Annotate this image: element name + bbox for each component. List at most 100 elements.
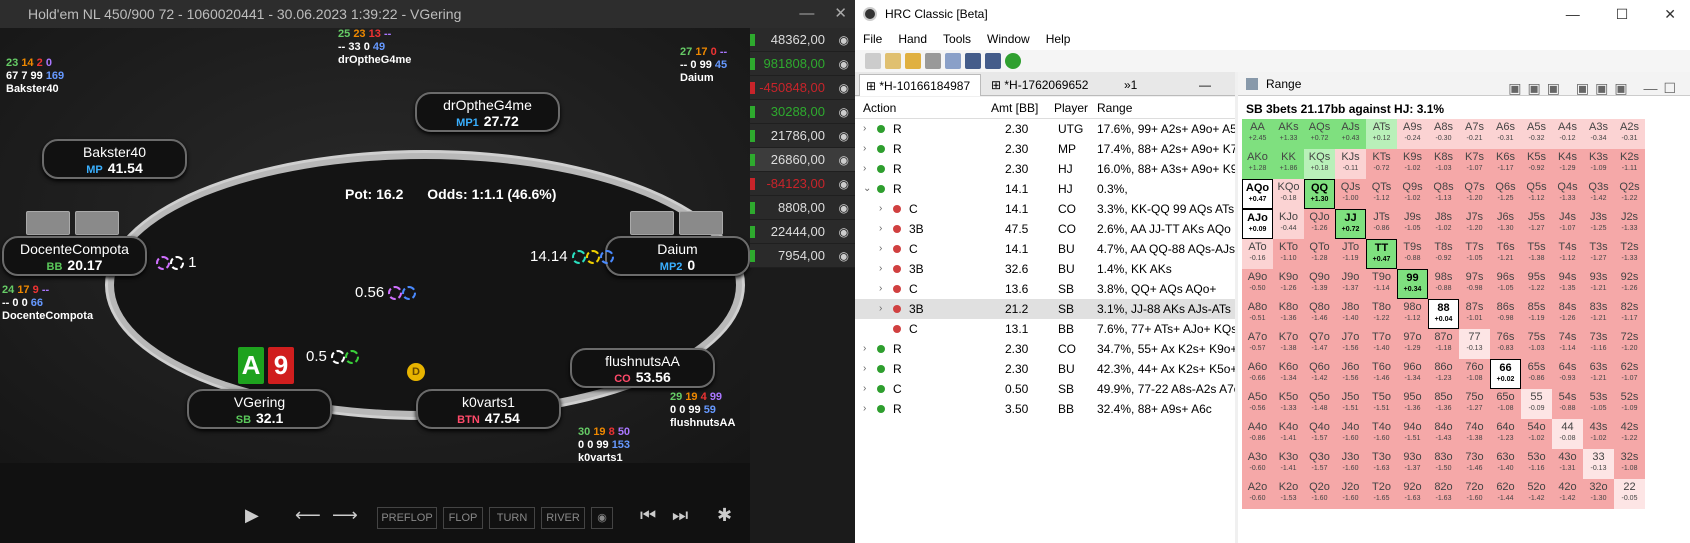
chevron-right-icon[interactable]: ›: [863, 379, 866, 399]
tab-overflow[interactable]: »1: [1118, 74, 1142, 96]
eye-icon[interactable]: ◉: [839, 196, 849, 220]
range-cell[interactable]: A8o -0.51: [1242, 299, 1273, 329]
range-cell[interactable]: QJo -1.26: [1304, 209, 1335, 239]
seat-DocenteCompota[interactable]: DocenteCompota BB 20.17: [2, 236, 147, 276]
range-cell[interactable]: A3s -0.34: [1583, 119, 1614, 149]
range-cell[interactable]: K2s -1.11: [1614, 149, 1645, 179]
eye-icon[interactable]: ◉: [839, 52, 849, 76]
chevron-right-icon[interactable]: ›: [879, 219, 882, 239]
range-cell[interactable]: K9s -1.02: [1397, 149, 1428, 179]
range-cell[interactable]: 97s -0.98: [1459, 269, 1490, 299]
range-cell[interactable]: 62o -1.44: [1490, 479, 1521, 509]
range-cell[interactable]: 73o -1.46: [1459, 449, 1490, 479]
range-cell[interactable]: JTs -0.86: [1366, 209, 1397, 239]
eye-icon[interactable]: ◉: [839, 28, 849, 52]
menu-hand[interactable]: Hand: [898, 32, 927, 46]
range-cell[interactable]: Q9s -1.02: [1397, 179, 1428, 209]
range-cell[interactable]: T6o -1.46: [1366, 359, 1397, 389]
range-cell[interactable]: 93s -1.21: [1583, 269, 1614, 299]
range-cell[interactable]: 54s -0.88: [1552, 389, 1583, 419]
range-cell[interactable]: K5s -0.92: [1521, 149, 1552, 179]
stack-row[interactable]: 7954,00 ◉: [750, 244, 855, 268]
range-cell[interactable]: K9o -1.26: [1273, 269, 1304, 299]
range-cell[interactable]: 98s -0.88: [1428, 269, 1459, 299]
action-row[interactable]: › R 3.50 BB 32.4%, 88+ A9s+ A6c: [855, 399, 1235, 419]
range-cell[interactable]: 43o -1.31: [1552, 449, 1583, 479]
range-cell[interactable]: 53s -1.05: [1583, 389, 1614, 419]
close-icon[interactable]: ✕: [1664, 6, 1676, 22]
range-cell[interactable]: A5o -0.56: [1242, 389, 1273, 419]
range-cell[interactable]: 99 +0.34: [1397, 269, 1428, 299]
hud-stats-Bakster40[interactable]: 23 14 2 0 67 7 99 169 Bakster40: [6, 57, 64, 96]
range-cell[interactable]: 52o -1.42: [1521, 479, 1552, 509]
eye-icon[interactable]: ◉: [839, 244, 849, 268]
chevron-right-icon[interactable]: ›: [879, 259, 882, 279]
range-cell[interactable]: K2o -1.53: [1273, 479, 1304, 509]
chevron-right-icon[interactable]: ›: [863, 359, 866, 379]
range-cell[interactable]: 92o -1.63: [1397, 479, 1428, 509]
range-cell[interactable]: 53o -1.16: [1521, 449, 1552, 479]
range-cell[interactable]: K3o -1.41: [1273, 449, 1304, 479]
stack-row[interactable]: 26860,00 ◉: [750, 148, 855, 172]
range-cell[interactable]: T9s -0.88: [1397, 239, 1428, 269]
range-cell[interactable]: Q8s -1.13: [1428, 179, 1459, 209]
range-cell[interactable]: 85s -1.19: [1521, 299, 1552, 329]
range-cell[interactable]: AJo +0.09: [1242, 209, 1273, 239]
step-back-icon[interactable]: ⟵: [295, 505, 321, 526]
range-cell[interactable]: AQo +0.47: [1242, 179, 1273, 209]
action-row[interactable]: › R 2.30 BU 42.3%, 44+ Ax K2s+ K5o+: [855, 359, 1235, 379]
range-tab[interactable]: Range: [1266, 77, 1301, 91]
range-cell[interactable]: Q3o -1.57: [1304, 449, 1335, 479]
range-cell[interactable]: 22 -0.05: [1614, 479, 1645, 509]
range-cell[interactable]: J5o -1.51: [1335, 389, 1366, 419]
close-icon[interactable]: ✕: [834, 5, 847, 22]
range-cell[interactable]: 62s -1.07: [1614, 359, 1645, 389]
range-cell[interactable]: Q8o -1.46: [1304, 299, 1335, 329]
range-cell[interactable]: QTs -1.12: [1366, 179, 1397, 209]
range-cell[interactable]: KQo -0.18: [1273, 179, 1304, 209]
range-cell[interactable]: A9o -0.50: [1242, 269, 1273, 299]
range-cell[interactable]: A7s -0.21: [1459, 119, 1490, 149]
hud-stats-drOptheG4me[interactable]: 25 23 13 -- -- 33 0 49 drOptheG4me: [338, 28, 411, 67]
chevron-down-icon[interactable]: ⌄: [863, 179, 871, 199]
range-cell[interactable]: 82s -1.17: [1614, 299, 1645, 329]
action-row[interactable]: › R 2.30 UTG 17.6%, 99+ A2s+ A9o+ A5c: [855, 119, 1235, 139]
range-cell[interactable]: T2o -1.65: [1366, 479, 1397, 509]
range-cell[interactable]: 55 -0.09: [1521, 389, 1552, 419]
range-cell[interactable]: J4s -1.07: [1552, 209, 1583, 239]
range-cell[interactable]: J9o -1.37: [1335, 269, 1366, 299]
stack-row[interactable]: 48362,00 ◉: [750, 28, 855, 52]
range-cell[interactable]: T8s -0.92: [1428, 239, 1459, 269]
range-cell[interactable]: 42o -1.42: [1552, 479, 1583, 509]
maximize-icon[interactable]: ☐: [1616, 6, 1629, 22]
range-cell[interactable]: QQ +1.30: [1304, 179, 1335, 209]
eye-icon[interactable]: ◉: [839, 220, 849, 244]
range-cell[interactable]: 42s -1.22: [1614, 419, 1645, 449]
tab-hand-1[interactable]: ⊞ *H-10166184987 ✕: [859, 74, 981, 115]
step-forward-icon[interactable]: ⟶: [332, 505, 358, 526]
range-cell[interactable]: 95s -1.22: [1521, 269, 1552, 299]
range-cell[interactable]: K4s -1.29: [1552, 149, 1583, 179]
range-cell[interactable]: 43s -1.02: [1583, 419, 1614, 449]
range-cell[interactable]: 92s -1.26: [1614, 269, 1645, 299]
range-cell[interactable]: 75s -1.03: [1521, 329, 1552, 359]
range-cell[interactable]: T2s -1.33: [1614, 239, 1645, 269]
range-cell[interactable]: A8s -0.30: [1428, 119, 1459, 149]
turn-button[interactable]: TURN: [489, 507, 535, 529]
chevron-right-icon[interactable]: ›: [863, 139, 866, 159]
range-cell[interactable]: J2o -1.60: [1335, 479, 1366, 509]
range-cell[interactable]: 85o -1.36: [1428, 389, 1459, 419]
range-cell[interactable]: 63o -1.40: [1490, 449, 1521, 479]
range-cell[interactable]: JJ +0.72: [1335, 209, 1366, 239]
action-row[interactable]: › R 2.30 MP 17.4%, 88+ A2s+ A9o+ K7s: [855, 139, 1235, 159]
range-cell[interactable]: AKs +1.33: [1273, 119, 1304, 149]
action-row[interactable]: › 3B 21.2 SB 3.1%, JJ-88 AKs AJs-ATs: [855, 299, 1235, 319]
range-cell[interactable]: J2s -1.33: [1614, 209, 1645, 239]
eye-icon[interactable]: ◉: [839, 76, 849, 100]
range-cell[interactable]: K7s -1.07: [1459, 149, 1490, 179]
range-cell[interactable]: Q9o -1.39: [1304, 269, 1335, 299]
range-cell[interactable]: Q6s -1.25: [1490, 179, 1521, 209]
action-row[interactable]: › C 13.6 SB 3.8%, QQ+ AQs AQo+: [855, 279, 1235, 299]
open-folder-icon[interactable]: [905, 53, 921, 69]
range-cell[interactable]: 63s -1.21: [1583, 359, 1614, 389]
